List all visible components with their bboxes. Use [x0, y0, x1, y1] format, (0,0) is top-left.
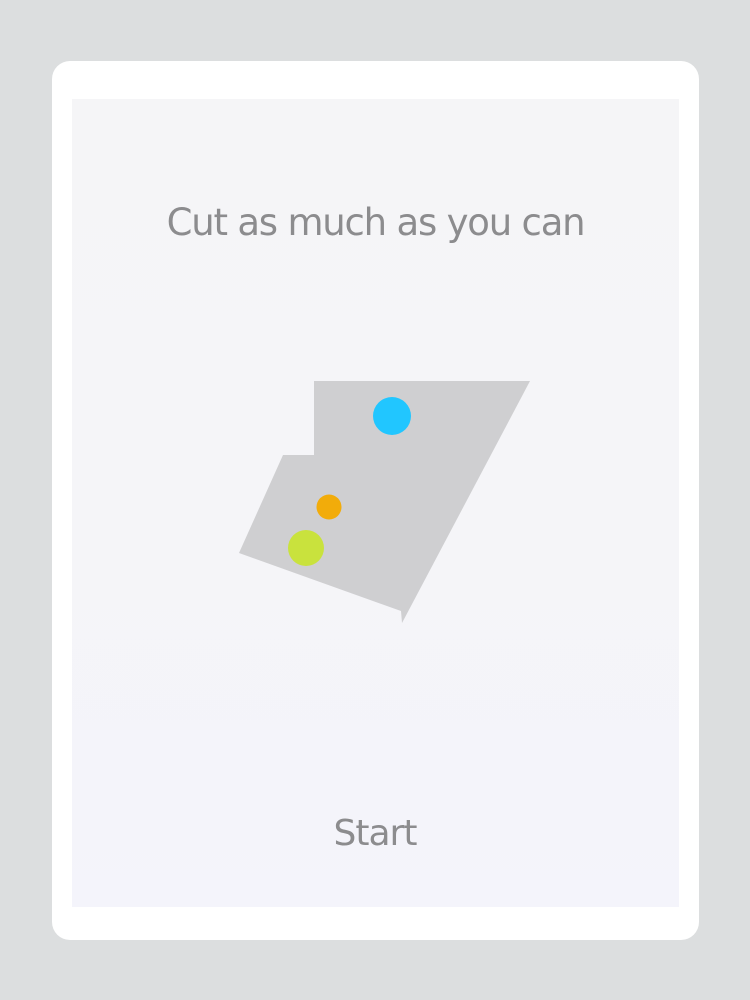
orange-ball	[316, 494, 342, 520]
start-button[interactable]: Start	[275, 804, 475, 864]
green-ball	[288, 530, 324, 566]
device-frame: Cut as much as you can Start	[52, 61, 699, 940]
play-area[interactable]	[72, 99, 679, 907]
blue-ball	[373, 397, 411, 435]
game-screen: Cut as much as you can Start	[72, 99, 679, 907]
